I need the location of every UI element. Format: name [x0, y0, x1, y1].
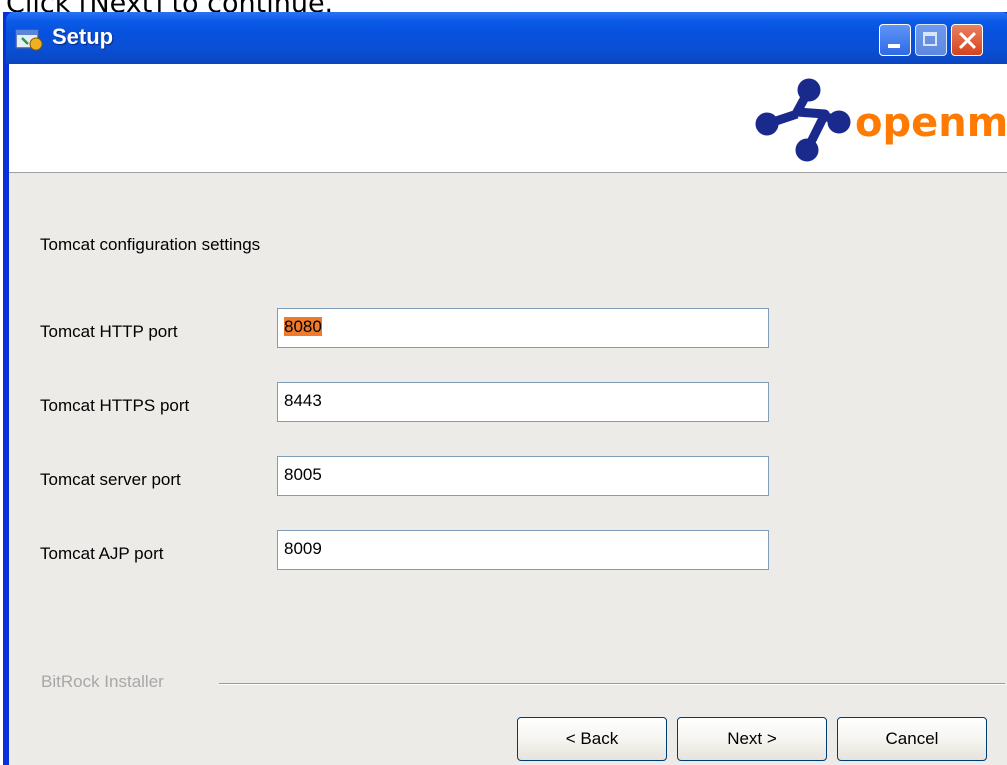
- server-port-input[interactable]: 8005: [277, 456, 769, 496]
- installer-brand: BitRock Installer: [41, 672, 164, 691]
- footer-divider: [219, 683, 1005, 685]
- next-button[interactable]: Next >: [677, 717, 827, 761]
- openmdx-logo: openmdx: [755, 78, 1005, 162]
- header-banner: openmdx: [9, 64, 1007, 173]
- http-port-input[interactable]: 8080: [277, 308, 769, 348]
- setup-app-icon: [15, 29, 43, 51]
- ajp-port-label: Tomcat AJP port: [40, 544, 164, 563]
- content-area: Tomcat configuration settings Tomcat HTT…: [9, 173, 1007, 765]
- logo-wordmark: openmdx: [855, 100, 1005, 146]
- title-bar[interactable]: Setup: [6, 12, 1007, 64]
- close-button[interactable]: [951, 24, 983, 56]
- https-port-input[interactable]: 8443: [277, 382, 769, 422]
- back-button[interactable]: < Back: [517, 717, 667, 761]
- server-port-label: Tomcat server port: [40, 470, 181, 489]
- http-port-label: Tomcat HTTP port: [40, 322, 178, 341]
- window-title: Setup: [52, 24, 114, 49]
- ajp-port-input[interactable]: 8009: [277, 530, 769, 570]
- http-port-value: 8080: [284, 317, 322, 336]
- https-port-label: Tomcat HTTPS port: [40, 396, 190, 415]
- cancel-button[interactable]: Cancel: [837, 717, 987, 761]
- minimize-button[interactable]: [879, 24, 911, 56]
- section-heading: Tomcat configuration settings: [40, 235, 261, 254]
- maximize-button[interactable]: [915, 24, 947, 56]
- setup-window: Setup openmdx Tomcat configuration setti…: [3, 12, 1007, 765]
